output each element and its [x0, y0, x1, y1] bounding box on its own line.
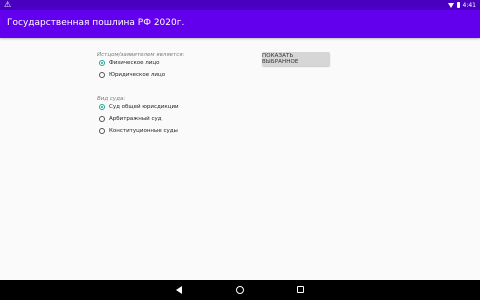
home-icon[interactable]: [236, 286, 244, 294]
app-title: Государственная пошлина РФ 2020г.: [7, 18, 185, 28]
app-bar: Государственная пошлина РФ 2020г.: [0, 10, 480, 38]
radio-unchecked-icon[interactable]: [99, 116, 105, 122]
back-icon[interactable]: [176, 286, 182, 294]
radio-physical-person[interactable]: Физическое лицо: [99, 58, 159, 68]
radio-checked-icon[interactable]: [99, 60, 105, 66]
recent-apps-icon[interactable]: [297, 286, 304, 293]
radio-unchecked-icon[interactable]: [99, 128, 105, 134]
status-bar: ⚠ 4:41: [0, 0, 480, 10]
radio-legal-entity[interactable]: Юридическое лицо: [99, 70, 165, 80]
radio-label-arbitration-court: Арбитражный суд: [109, 116, 162, 122]
radio-label-constitutional-courts: Конституционные суды: [109, 128, 178, 134]
status-time: 4:41: [462, 1, 476, 9]
radio-label-legal-entity: Юридическое лицо: [109, 72, 166, 78]
wifi-icon: [447, 2, 454, 8]
radio-arbitration-court[interactable]: Арбитражный суд: [99, 114, 162, 124]
radio-label-physical-person: Физическое лицо: [109, 60, 160, 66]
warning-icon: ⚠: [4, 0, 12, 9]
radio-unchecked-icon[interactable]: [99, 72, 105, 78]
status-icons: 4:41: [447, 0, 476, 10]
battery-icon: [456, 2, 460, 8]
radio-label-general-court: Суд общей юрисдикции: [109, 104, 179, 110]
radio-general-court[interactable]: Суд общей юрисдикции: [99, 102, 179, 112]
radio-constitutional-courts[interactable]: Конституционные суды: [99, 126, 178, 136]
radio-checked-icon[interactable]: [99, 104, 105, 110]
show-selected-button[interactable]: ПОКАЗАТЬ ВЫБРАННОЕ: [262, 52, 330, 66]
navigation-bar: [0, 280, 480, 300]
